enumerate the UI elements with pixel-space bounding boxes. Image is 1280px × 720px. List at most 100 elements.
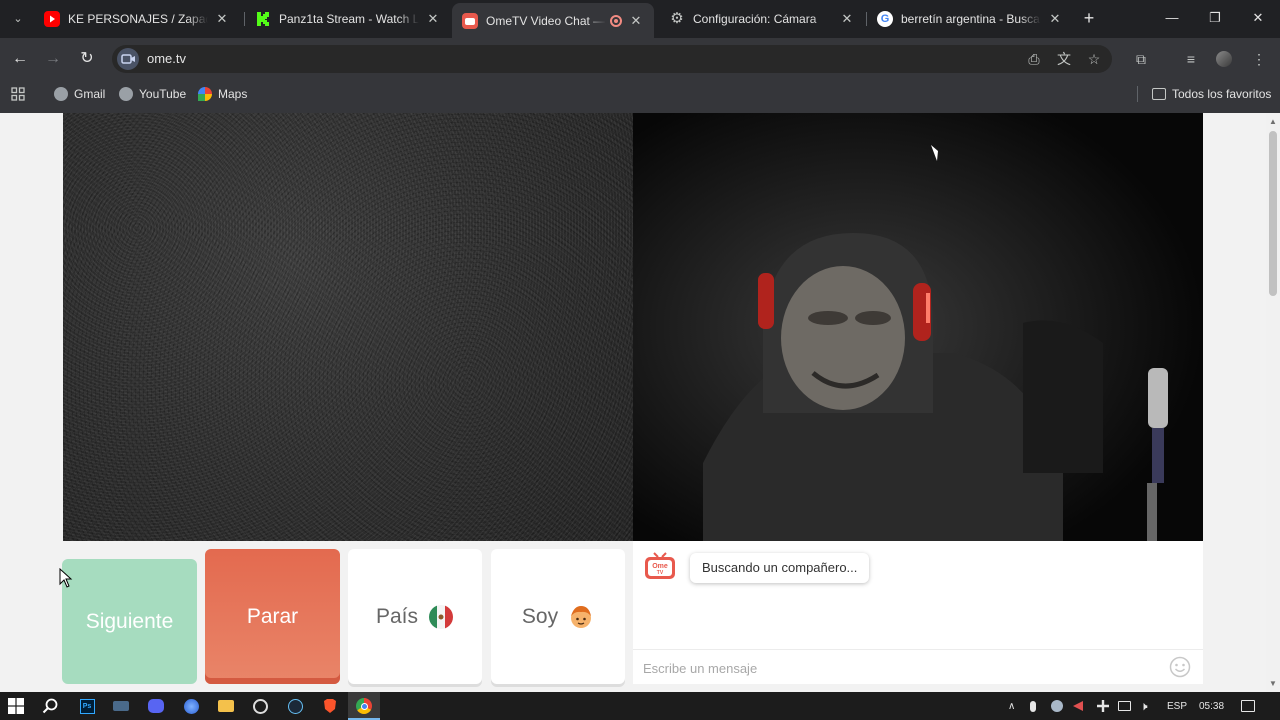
steam-tray-icon[interactable] [1051, 697, 1063, 715]
close-tab-icon[interactable]: ✕ [425, 11, 441, 27]
next-button[interactable]: Siguiente [62, 559, 197, 684]
minimize-button[interactable]: — [1157, 8, 1187, 28]
globe-icon [54, 87, 68, 101]
tab-search-chevron-icon[interactable]: ⌄ [6, 7, 30, 31]
youtube-icon [44, 11, 60, 27]
file-explorer-icon[interactable] [216, 696, 236, 716]
security-icon[interactable] [1097, 697, 1109, 715]
bookmark-gmail[interactable]: Gmail [54, 86, 105, 102]
gear-icon: ⚙ [670, 10, 684, 27]
bookmarks-bar [0, 80, 1280, 113]
tab-title: Panz1ta Stream - Watch Live [279, 12, 419, 26]
close-tab-icon[interactable]: ✕ [628, 13, 644, 29]
brave-icon[interactable] [320, 696, 340, 716]
close-tab-icon[interactable]: ✕ [839, 11, 855, 27]
tray-app-icon[interactable] [1073, 697, 1083, 715]
google-icon: G [877, 11, 893, 27]
bookmark-maps[interactable]: Maps [198, 86, 247, 102]
install-app-icon[interactable]: ⎙ [1023, 48, 1045, 70]
tab-ometv[interactable]: OmeTV Video Chat — Ch ✕ [452, 3, 654, 38]
photoshop-icon[interactable]: Ps [77, 696, 97, 716]
keyboard-app-icon[interactable] [111, 696, 131, 716]
tab-camera-settings[interactable]: ⚙ Configuración: Cámara ✕ [659, 4, 865, 34]
tab-title: berretín argentina - Buscar c [901, 12, 1041, 26]
apps-grid-icon[interactable] [10, 86, 26, 102]
tray-overflow-icon[interactable]: ∧ [1008, 697, 1015, 715]
microphone-icon[interactable] [1030, 697, 1036, 715]
next-button-label: Siguiente [85, 609, 174, 633]
notifications-icon[interactable] [1241, 697, 1255, 715]
back-button[interactable]: ← [9, 48, 31, 70]
tab-title: Configuración: Cámara [693, 12, 817, 26]
message-input[interactable] [643, 658, 1143, 678]
obs-icon[interactable] [250, 696, 270, 716]
windows-start-icon[interactable] [6, 696, 26, 716]
bookmark-star-icon[interactable]: ☆ [1083, 48, 1105, 70]
country-button[interactable]: País [348, 549, 482, 684]
search-icon[interactable] [40, 696, 60, 716]
url-text[interactable]: ome.tv [147, 51, 186, 66]
steam-icon[interactable] [285, 696, 305, 716]
boy-emoji-icon [568, 604, 594, 630]
smiley-icon[interactable] [1169, 656, 1191, 678]
mouse-cursor-icon [59, 568, 73, 588]
address-bar[interactable] [112, 45, 1112, 73]
profile-avatar[interactable] [1213, 48, 1235, 70]
mexico-flag-icon [428, 604, 454, 630]
close-tab-icon[interactable]: ✕ [214, 11, 230, 27]
tab-strip: ⌄ KE PERSONAJES / Zapada EN ✕ Panz1ta St… [0, 0, 1280, 38]
gender-button[interactable]: Soy [491, 549, 625, 684]
chrome-icon[interactable] [354, 696, 374, 716]
logo-subtext: TV [657, 570, 664, 576]
media-control-icon[interactable]: ≡ [1180, 48, 1202, 70]
kick-icon [255, 11, 271, 27]
close-window-button[interactable]: ✕ [1243, 8, 1273, 28]
country-button-label: País [375, 604, 419, 628]
all-bookmarks-label: Todos los favoritos [1172, 87, 1272, 101]
reload-button[interactable]: ↻ [76, 48, 98, 70]
new-tab-button[interactable]: + [1079, 8, 1099, 28]
scroll-up-arrow-icon[interactable]: ▲ [1268, 117, 1278, 127]
volume-icon[interactable]: 🕨 [1140, 697, 1148, 715]
stop-button[interactable]: Parar [205, 549, 340, 684]
page-viewport: Siguiente Parar País Soy Ome TV Buscando… [0, 113, 1266, 692]
page-scrollbar[interactable]: ▲ ▼ [1266, 113, 1280, 692]
stop-button-label: Parar [246, 604, 299, 628]
remote-video [633, 113, 1203, 541]
gender-button-label: Soy [521, 604, 559, 628]
bookmarks-divider [1137, 86, 1138, 102]
tab-google-search[interactable]: G berretín argentina - Buscar c ✕ [867, 4, 1073, 34]
all-bookmarks-button[interactable]: Todos los favoritos [1152, 86, 1271, 102]
scroll-down-arrow-icon[interactable]: ▼ [1268, 679, 1278, 689]
folder-icon [1152, 88, 1166, 100]
static-noise [63, 113, 633, 541]
discord-icon[interactable] [146, 696, 166, 716]
clock[interactable]: 05:38 [1199, 697, 1224, 715]
tab-kick[interactable]: Panz1ta Stream - Watch Live ✕ [245, 4, 451, 34]
bookmark-label: YouTube [139, 87, 187, 101]
recording-icon [610, 14, 622, 27]
translate-icon[interactable]: 文 [1053, 48, 1075, 70]
globe-icon [119, 87, 133, 101]
language-indicator[interactable]: ESP [1167, 697, 1187, 715]
close-tab-icon[interactable]: ✕ [1047, 11, 1063, 27]
ometv-icon [462, 12, 478, 29]
menu-kebab-icon[interactable]: ⋮ [1248, 48, 1270, 70]
bookmark-label: Maps [218, 87, 248, 101]
local-video [63, 113, 633, 541]
tab-title: KE PERSONAJES / Zapada EN [68, 12, 208, 26]
status-message: Buscando un compañero... [690, 553, 870, 583]
bookmark-label: Gmail [74, 87, 106, 101]
tab-title: OmeTV Video Chat — Ch [486, 13, 606, 28]
site-info-icon[interactable] [117, 48, 139, 70]
logo-text: Ome [652, 563, 668, 570]
browser-app-icon[interactable] [181, 696, 201, 716]
message-input-row [633, 649, 1203, 684]
tab-youtube[interactable]: KE PERSONAJES / Zapada EN ✕ [34, 4, 240, 34]
bookmark-youtube[interactable]: YouTube [119, 86, 186, 102]
scrollbar-thumb[interactable] [1269, 131, 1277, 296]
extensions-icon[interactable]: ⧉ [1130, 48, 1152, 70]
network-icon[interactable] [1118, 697, 1131, 715]
restore-button[interactable]: ❐ [1200, 8, 1230, 28]
forward-button[interactable]: → [42, 48, 64, 70]
